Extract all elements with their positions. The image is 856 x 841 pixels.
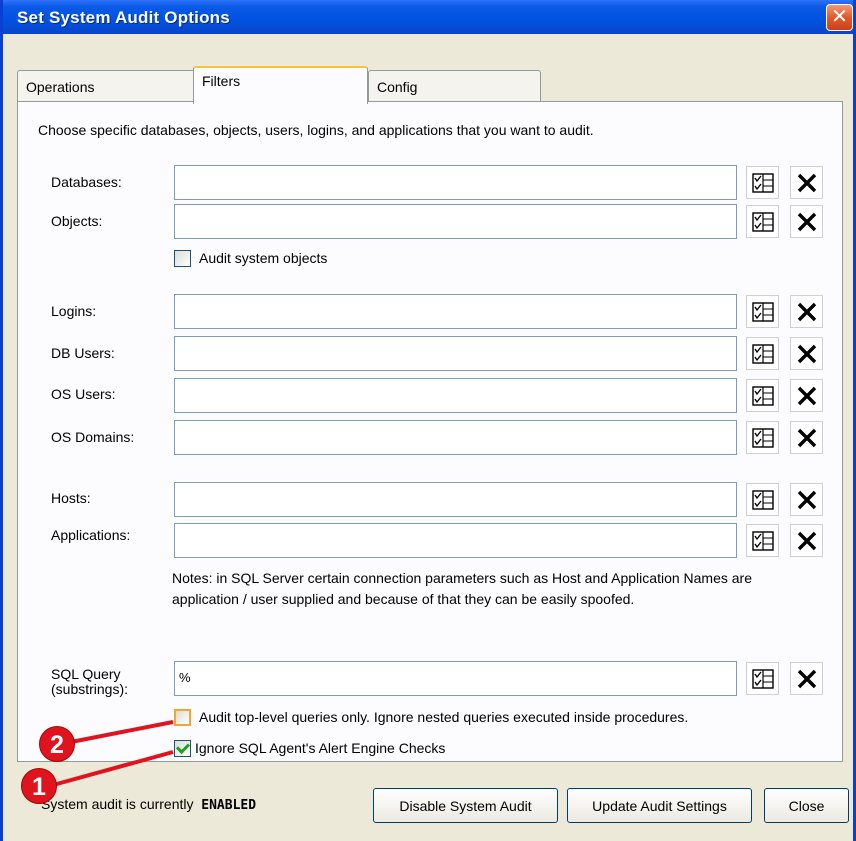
callout-lines [52,720,174,787]
callout-badge-1: 1 [21,768,57,804]
callout-badge-2: 2 [39,726,75,762]
dialog-window: Set System Audit Options ✕ Operations Fi… [0,0,856,841]
tab-filters[interactable]: Filters [193,66,368,104]
